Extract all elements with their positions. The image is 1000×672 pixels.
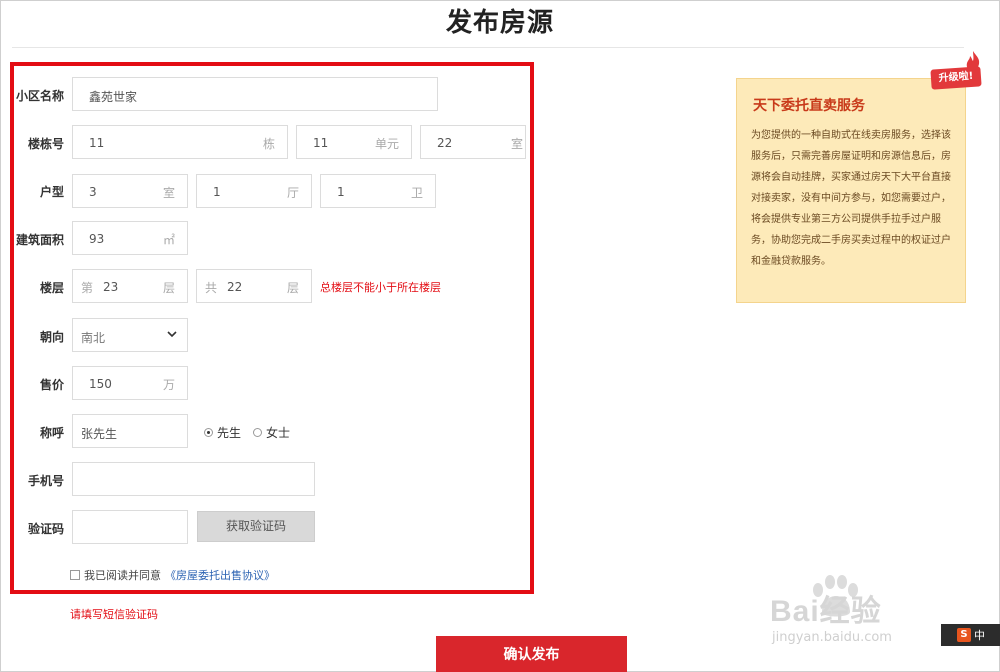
community-input[interactable]: 鑫苑世家 (72, 77, 438, 111)
radio-ms[interactable] (253, 428, 263, 437)
floor-unit: 层 (162, 281, 175, 295)
chevron-down-icon (167, 331, 177, 338)
area-label: 建筑面积 (15, 233, 64, 247)
baths-value: 1 (337, 185, 345, 199)
title-divider (12, 47, 964, 48)
floor-value: 23 (103, 280, 119, 294)
price-label: 售价 (39, 378, 64, 392)
gender-radio-group: 先生 女士 (204, 424, 290, 441)
agreement-checkbox[interactable] (70, 570, 80, 580)
price-unit: 万 (162, 378, 175, 392)
area-value: 93 (89, 232, 105, 246)
promo-title: 天下委托直卖服务 (753, 98, 865, 114)
sms-error: 请填写短信验证码 (70, 608, 158, 621)
rooms-unit: 室 (162, 186, 175, 200)
orientation-label: 朝向 (39, 330, 64, 344)
total-floor-prefix: 共 (205, 281, 218, 295)
name-label: 称呼 (39, 426, 64, 440)
halls-unit: 厅 (286, 186, 299, 200)
unit-value: 11 (313, 136, 329, 150)
room-input[interactable]: 22 室 (420, 125, 526, 159)
baths-input[interactable]: 1 卫 (320, 174, 436, 208)
agreement-link[interactable]: 《房屋委托出售协议》 (165, 567, 275, 583)
building-input[interactable]: 11 栋 (72, 125, 288, 159)
building-label: 楼栋号 (27, 137, 64, 151)
code-label: 验证码 (27, 522, 64, 536)
submit-button[interactable]: 确认发布 (436, 636, 627, 672)
price-input[interactable]: 150 万 (72, 366, 188, 400)
promo-body: 为您提供的一种自助式在线卖房服务，选择该服务后，只需完善房屋证明和房源信息后，房… (751, 130, 951, 267)
rooms-value: 3 (89, 185, 97, 199)
floor-input[interactable]: 第 23 层 (72, 269, 188, 303)
room-unit: 室 (510, 137, 523, 151)
agreement-row: 我已阅读并同意 《房屋委托出售协议》 (70, 567, 275, 583)
building-value: 11 (89, 136, 105, 150)
watermark-url: jingyan.baidu.com (772, 630, 892, 645)
rooms-input[interactable]: 3 室 (72, 174, 188, 208)
agreement-text: 我已阅读并同意 (84, 569, 161, 582)
name-value: 张先生 (81, 427, 118, 441)
total-floor-input[interactable]: 共 22 层 (196, 269, 312, 303)
ime-logo-icon: S (957, 628, 971, 642)
community-value: 鑫苑世家 (89, 90, 138, 104)
radio-mr[interactable] (204, 428, 213, 437)
unit-unit: 单元 (374, 137, 399, 151)
get-code-button[interactable]: 获取验证码 (197, 511, 315, 542)
halls-value: 1 (213, 185, 221, 199)
floor-label: 楼层 (39, 281, 64, 295)
ime-indicator[interactable]: S 中 (941, 624, 1000, 646)
floor-error: 总楼层不能小于所在楼层 (320, 281, 441, 294)
layout-label: 户型 (39, 185, 64, 199)
total-floor-value: 22 (227, 280, 243, 294)
promo-panel: 天下委托直卖服务 为您提供的一种自助式在线卖房服务，选择该服务后，只需完善房屋证… (736, 78, 966, 303)
code-input[interactable] (72, 510, 188, 544)
radio-ms-label: 女士 (266, 426, 291, 440)
floor-prefix: 第 (81, 281, 94, 295)
radio-mr-label: 先生 (217, 426, 242, 440)
page-title: 发布房源 (445, 8, 554, 38)
area-unit: ㎡ (162, 233, 175, 247)
ime-language: 中 (974, 629, 985, 642)
phone-label: 手机号 (27, 474, 64, 488)
watermark: Bai经验 jingyan.baidu.com (760, 578, 960, 658)
orientation-select[interactable]: 南北 (72, 318, 188, 352)
area-input[interactable]: 93 ㎡ (72, 221, 188, 255)
orientation-value: 南北 (81, 331, 106, 345)
flame-icon (966, 51, 980, 71)
unit-input[interactable]: 11 单元 (296, 125, 412, 159)
community-label: 小区名称 (15, 89, 64, 103)
phone-input[interactable] (72, 462, 315, 496)
watermark-brand: Bai经验 (770, 595, 882, 628)
room-value: 22 (437, 136, 453, 150)
price-value: 150 (89, 377, 112, 391)
name-input[interactable]: 张先生 (72, 414, 188, 448)
halls-input[interactable]: 1 厅 (196, 174, 312, 208)
baths-unit: 卫 (410, 186, 423, 200)
total-floor-unit: 层 (286, 281, 299, 295)
building-unit: 栋 (262, 137, 275, 151)
